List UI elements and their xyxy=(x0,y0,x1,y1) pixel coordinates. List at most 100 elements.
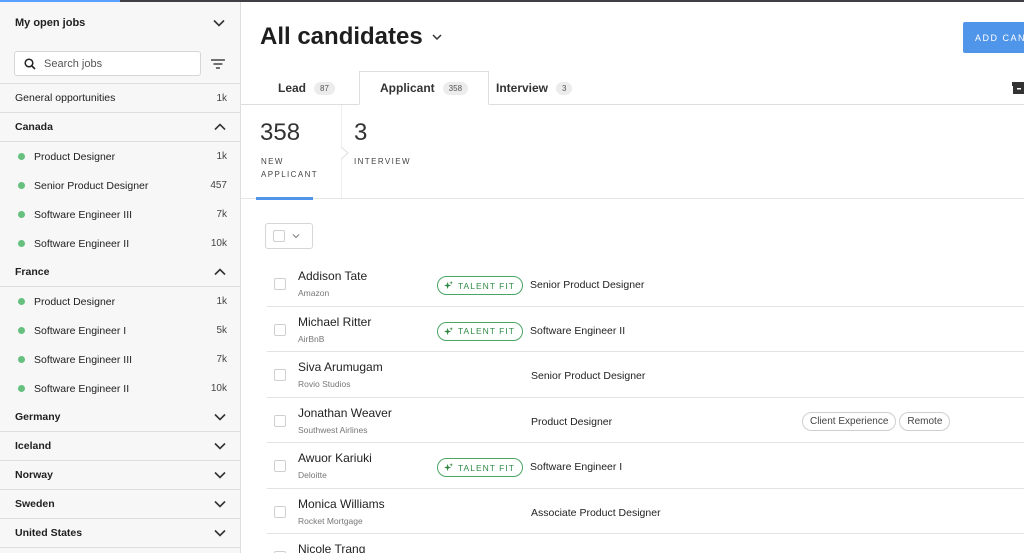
job-search-row xyxy=(0,44,240,84)
candidate-checkbox[interactable] xyxy=(274,505,286,518)
chevron-down-icon[interactable] xyxy=(431,31,443,43)
sidebar-job-title: Software Engineer III xyxy=(34,353,133,366)
sidebar-job-left: Software Engineer III xyxy=(18,354,132,366)
candidate-job-title: Software Engineer II xyxy=(530,324,626,337)
sidebar-job-title: Software Engineer II xyxy=(34,382,130,395)
candidate-row[interactable]: Awuor Kariuki Deloitte TALENT FIT Software … xyxy=(267,443,1024,489)
talent-fit-badge: TALENT FIT xyxy=(437,321,523,341)
sidebar-job-item[interactable]: Product Designer 1k xyxy=(0,287,240,316)
tab-lead[interactable]: Lead 87 xyxy=(258,72,355,104)
job-search-input[interactable] xyxy=(44,57,184,70)
sidebar-job-left: Software Engineer I xyxy=(18,325,126,337)
sparkle-icon xyxy=(444,281,453,290)
candidate-tag[interactable]: Client Experience xyxy=(802,411,897,431)
search-icon xyxy=(24,57,36,70)
candidate-name[interactable]: Addison Tate xyxy=(298,269,367,283)
candidate-checkbox[interactable] xyxy=(274,369,286,381)
page-title[interactable]: All candidates xyxy=(260,23,443,51)
chevron-down-icon[interactable] xyxy=(213,468,227,482)
sidebar-job-title: Senior Product Designer xyxy=(34,179,149,192)
candidate-row[interactable]: Addison Tate Amazon TALENT FIT Senior Produ… xyxy=(267,261,1024,307)
sidebar-job-count: 457 xyxy=(210,180,227,191)
sidebar-job-item[interactable]: Senior Product Designer 457 xyxy=(0,171,240,200)
tab-label: Interview xyxy=(496,81,549,95)
country-label: Sweden xyxy=(15,498,55,510)
candidate-checkbox[interactable] xyxy=(274,414,286,427)
archive-icon[interactable] xyxy=(1012,82,1024,94)
tab-applicant[interactable]: Applicant 358 xyxy=(359,71,490,105)
chevron-down-icon[interactable] xyxy=(213,497,227,511)
sidebar-country-canada[interactable]: Canada xyxy=(0,113,240,142)
sidebar-item-label: General opportunities xyxy=(15,92,116,104)
sidebar-title: My open jobs xyxy=(15,17,86,29)
chevron-down-icon[interactable] xyxy=(213,526,227,540)
candidate-tag[interactable]: Remote xyxy=(899,411,951,431)
sidebar-job-item[interactable]: Software Engineer III 7k xyxy=(0,200,240,229)
candidate-name[interactable]: Jonathan Weaver xyxy=(298,406,392,420)
chevron-down-icon[interactable] xyxy=(213,410,227,424)
sidebar-job-title: Product Designer xyxy=(34,295,116,308)
candidate-company: AirBnB xyxy=(298,333,325,344)
sidebar-header[interactable]: My open jobs xyxy=(0,2,240,44)
sidebar-job-item[interactable]: Software Engineer II 10k xyxy=(0,374,240,403)
sidebar-country-united-states[interactable]: United States xyxy=(0,519,240,548)
candidate-name[interactable]: Nicole Trang xyxy=(298,542,365,553)
candidate-name[interactable]: Siva Arumugam xyxy=(298,360,383,374)
candidate-row[interactable]: Nicole Trang xyxy=(267,534,1024,553)
stage-tabs: Lead 87 Applicant 358 Interview 3 xyxy=(241,71,1024,105)
job-search-box[interactable] xyxy=(14,51,202,76)
add-candidate-button[interactable]: ADD CANDIDATE xyxy=(963,22,1024,53)
stage-count: 358 xyxy=(260,119,301,146)
sidebar-item-general-opportunities[interactable]: General opportunities 1k xyxy=(0,84,240,113)
tab-count-badge: 3 xyxy=(556,81,573,95)
chevron-down-icon[interactable] xyxy=(213,439,227,453)
candidate-company: Amazon xyxy=(298,288,330,298)
status-dot-icon xyxy=(18,153,25,160)
stage-interview[interactable]: 3 INTERVIEW xyxy=(334,105,454,199)
sidebar-country-germany[interactable]: Germany xyxy=(0,403,240,432)
sort-filter-icon[interactable] xyxy=(210,57,226,71)
stage-label: INTERVIEW xyxy=(354,157,411,166)
stage-label: NEW APPLICANT xyxy=(261,157,319,179)
talent-fit-badge: TALENT FIT xyxy=(437,458,523,477)
candidate-row[interactable]: Monica Williams Rocket Mortgage Associate … xyxy=(267,489,1024,534)
sidebar-job-item[interactable]: Software Engineer I 5k xyxy=(0,316,240,345)
candidate-job-title: Product Designer xyxy=(531,415,613,428)
sidebar-country-norway[interactable]: Norway xyxy=(0,461,240,490)
page-title-text: All candidates xyxy=(260,23,423,50)
sidebar-country-sweden[interactable]: Sweden xyxy=(0,490,240,519)
tab-interview[interactable]: Interview 3 xyxy=(476,72,592,104)
sidebar-job-title: Software Engineer I xyxy=(34,324,127,337)
sidebar-job-left: Product Designer xyxy=(18,151,115,163)
sidebar-job-list: General opportunities 1k Canada Product Des… xyxy=(0,84,240,548)
chevron-down-icon[interactable] xyxy=(212,16,226,30)
chevron-up-icon[interactable] xyxy=(213,120,227,134)
candidate-checkbox[interactable] xyxy=(274,460,286,472)
sidebar-job-item[interactable]: Software Engineer III 7k xyxy=(0,345,240,374)
candidate-job-title: Senior Product Designer xyxy=(530,279,645,291)
sidebar-job-title: Software Engineer II xyxy=(34,237,130,250)
stage-new-applicant[interactable]: 358 NEW APPLICANT xyxy=(241,105,341,200)
candidate-row[interactable]: Michael Ritter AirBnB TALENT FIT Software E… xyxy=(267,307,1024,352)
sidebar-country-france[interactable]: France xyxy=(0,258,240,287)
candidate-name[interactable]: Michael Ritter xyxy=(298,315,371,329)
sidebar-job-left: Software Engineer II xyxy=(18,383,129,395)
candidate-name[interactable]: Awuor Kariuki xyxy=(298,451,372,465)
sidebar-country-iceland[interactable]: Iceland xyxy=(0,432,240,461)
sidebar-job-item[interactable]: Product Designer 1k xyxy=(0,142,240,171)
candidate-row[interactable]: Siva Arumugam Rovio Studios Senior Product… xyxy=(267,352,1024,398)
chevron-up-icon[interactable] xyxy=(213,265,227,279)
stage-count: 3 xyxy=(354,119,368,146)
sidebar-job-item[interactable]: Software Engineer II 10k xyxy=(0,229,240,258)
candidate-row[interactable]: Jonathan Weaver Southwest Airlines Product… xyxy=(267,398,1024,443)
candidate-checkbox[interactable] xyxy=(274,323,286,336)
candidate-name[interactable]: Monica Williams xyxy=(298,497,385,511)
country-label: Iceland xyxy=(15,440,52,452)
country-label: Germany xyxy=(15,411,61,423)
bulk-select-dropdown[interactable] xyxy=(265,223,313,249)
status-dot-icon xyxy=(18,182,25,189)
tab-label: Lead xyxy=(278,81,307,95)
status-dot-icon xyxy=(18,327,25,334)
select-all-checkbox[interactable] xyxy=(273,230,285,242)
candidate-checkbox[interactable] xyxy=(274,278,286,290)
